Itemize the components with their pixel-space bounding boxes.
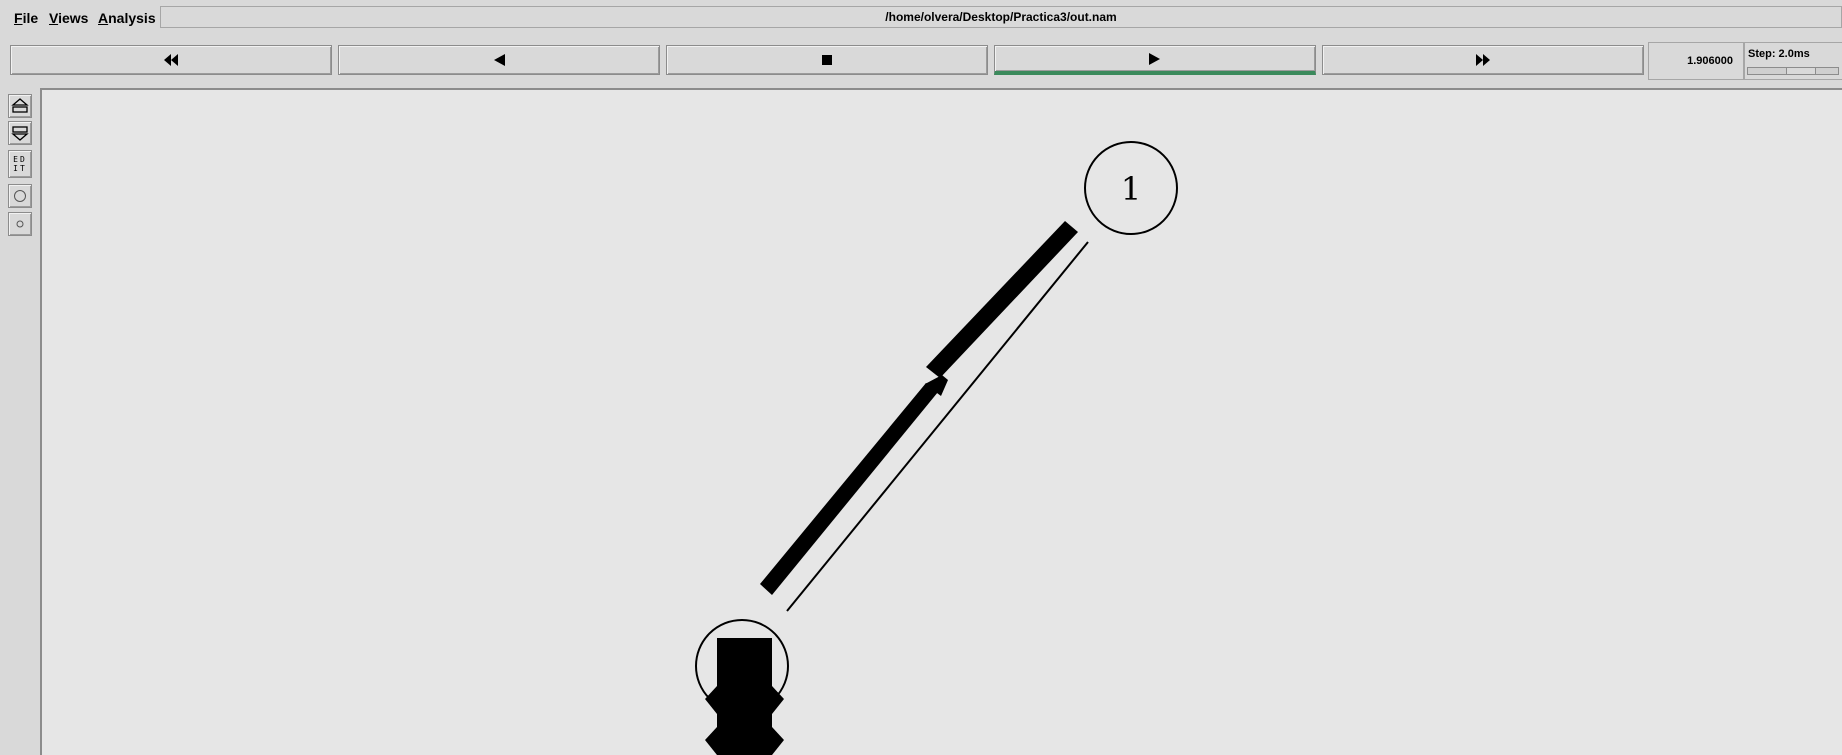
stop-button[interactable] <box>666 45 988 75</box>
step-slider[interactable] <box>1747 67 1839 75</box>
file-path-display: /home/olvera/Desktop/Practica3/out.nam <box>160 6 1842 28</box>
menu-analysis[interactable]: Analysis <box>98 10 156 26</box>
circle-large-icon <box>14 190 26 202</box>
edit-button[interactable]: EDIT <box>8 150 32 178</box>
play-icon <box>1149 52 1160 65</box>
menu-file[interactable]: File <box>14 10 38 26</box>
zoom-in-button[interactable] <box>8 94 32 118</box>
step-slider-thumb[interactable] <box>1786 68 1816 74</box>
menu-views[interactable]: Views <box>49 10 88 26</box>
packet-queue <box>717 638 772 755</box>
network-view: 1 <box>695 141 1178 755</box>
zoom-in-icon <box>11 98 29 113</box>
node-large-button[interactable] <box>8 184 32 208</box>
packet <box>926 221 1078 378</box>
play-button[interactable] <box>994 45 1316 75</box>
network-node-1[interactable]: 1 <box>1084 141 1178 235</box>
network-canvas[interactable]: 1 <box>40 88 1842 755</box>
fast-forward-button[interactable] <box>1322 45 1644 75</box>
step-back-icon <box>494 54 505 66</box>
link-line <box>786 241 1089 612</box>
edit-label: EDIT <box>13 155 27 173</box>
step-control: Step: 2.0ms <box>1744 42 1842 80</box>
packet <box>760 383 938 595</box>
zoom-out-icon <box>11 126 29 141</box>
zoom-out-button[interactable] <box>8 121 32 145</box>
step-back-button[interactable] <box>338 45 660 75</box>
node-small-button[interactable] <box>8 212 32 236</box>
node-1-label: 1 <box>1121 170 1141 208</box>
step-label: Step: 2.0ms <box>1748 48 1810 60</box>
rewind-button[interactable] <box>10 45 332 75</box>
menu-bar: File Views Analysis /home/olvera/Desktop… <box>0 0 1842 34</box>
fast-forward-icon <box>1476 54 1490 66</box>
packet <box>705 686 717 714</box>
time-display: 1.906000 <box>1648 42 1744 80</box>
packet <box>772 727 784 755</box>
fast-rewind-icon <box>164 54 178 66</box>
circle-small-icon <box>16 220 24 228</box>
stop-icon <box>822 55 832 65</box>
packet <box>705 727 717 755</box>
